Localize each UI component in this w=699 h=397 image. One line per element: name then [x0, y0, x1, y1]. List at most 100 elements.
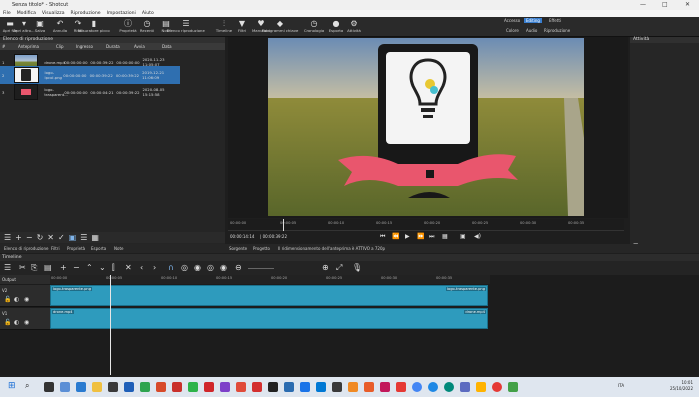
- remove-icon[interactable]: −: [26, 233, 33, 242]
- tab-project[interactable]: Progetto: [253, 246, 270, 251]
- check-icon[interactable]: ✓: [58, 233, 65, 242]
- excel-icon[interactable]: [140, 382, 150, 392]
- start-icon[interactable]: ⊞: [8, 381, 16, 391]
- list-view-icon[interactable]: ☰: [80, 233, 87, 242]
- clip-drone[interactable]: drone.mp4 drone.mp4: [50, 308, 488, 329]
- mute-icon[interactable]: ◐: [14, 296, 19, 303]
- workspace-player[interactable]: Riproduzione: [544, 28, 570, 33]
- record-audio-icon[interactable]: 🎙: [352, 263, 362, 272]
- menu-player[interactable]: Riproduzione: [71, 11, 101, 16]
- visibility-icon[interactable]: ◉: [24, 319, 29, 326]
- snap-icon[interactable]: ∩: [168, 263, 174, 272]
- app-icon[interactable]: [236, 382, 246, 392]
- clip-logo[interactable]: logo-trasparente.png logo-trasparente.pn…: [50, 285, 488, 306]
- tab-source[interactable]: Sorgente: [229, 246, 247, 251]
- app-icon[interactable]: [364, 382, 374, 392]
- shotcut-icon[interactable]: [332, 382, 342, 392]
- lift-icon[interactable]: ⌃: [86, 263, 93, 272]
- word-icon[interactable]: [124, 382, 134, 392]
- playlist-row[interactable]: 3 logo-trasparent... 00:00:00:00 00:00:0…: [0, 83, 180, 101]
- language-indicator[interactable]: ITA: [618, 383, 624, 388]
- viewer-playhead[interactable]: [283, 219, 284, 231]
- app-icon[interactable]: [444, 382, 454, 392]
- app-icon[interactable]: [268, 382, 278, 392]
- maximize-icon[interactable]: □: [662, 1, 668, 8]
- misuratore-picco-button[interactable]: ▮ Misuratore picco: [78, 17, 109, 33]
- playlist-row-selected[interactable]: 2 logo-lpcol.png 00:00:00:00 00:00:39:22…: [0, 66, 180, 84]
- scrub-icon[interactable]: ◎: [181, 263, 188, 272]
- tab-notes[interactable]: Note: [114, 246, 123, 251]
- menu-icon[interactable]: ☰: [4, 233, 11, 242]
- col-thumbnail[interactable]: Anteprima: [6, 43, 48, 50]
- store-icon[interactable]: [108, 382, 118, 392]
- menu-edit[interactable]: Modifica: [17, 11, 36, 16]
- acrobat-icon[interactable]: [172, 382, 182, 392]
- outlook-icon[interactable]: [316, 382, 326, 392]
- fast-forward-icon[interactable]: ⏩: [417, 233, 424, 240]
- viewer-ruler[interactable]: 00:00:00 00:00:05 00:00:10 00:00:15 00:0…: [228, 219, 624, 231]
- add-icon[interactable]: +: [15, 233, 22, 242]
- app-icon[interactable]: [492, 382, 502, 392]
- ripple-all-icon[interactable]: ◎: [207, 263, 214, 272]
- ripple-markers-icon[interactable]: ◉: [220, 263, 227, 272]
- task-view-icon[interactable]: [44, 382, 54, 392]
- lock-icon[interactable]: 🔓: [4, 319, 11, 326]
- copy-icon[interactable]: ⎘: [31, 263, 37, 273]
- col-date[interactable]: Data: [152, 43, 182, 50]
- tab-export[interactable]: Esporta: [91, 246, 106, 251]
- app-icon[interactable]: [460, 382, 470, 392]
- powerpoint-icon[interactable]: [156, 382, 166, 392]
- next-marker-icon[interactable]: ›: [153, 263, 156, 272]
- menu-file[interactable]: File: [3, 11, 11, 16]
- remove-icon[interactable]: −: [73, 263, 80, 272]
- timeline-playhead[interactable]: [110, 275, 111, 375]
- menu-help[interactable]: Aiuto: [142, 11, 154, 16]
- attività-button[interactable]: ⚙ Attività: [340, 17, 368, 33]
- menu-view[interactable]: Visualizza: [42, 11, 65, 16]
- zoom-slider[interactable]: [248, 268, 274, 269]
- track-header-v2[interactable]: V2 🔓 ◐ ◉: [0, 285, 50, 307]
- vlc-icon[interactable]: [348, 382, 358, 392]
- app-icon[interactable]: [476, 382, 486, 392]
- widgets-icon[interactable]: [60, 382, 70, 392]
- minimize-icon[interactable]: —: [640, 1, 646, 8]
- app-icon[interactable]: [204, 382, 214, 392]
- workspace-logging[interactable]: Accesso: [504, 18, 520, 23]
- clear-icon[interactable]: ✕: [47, 233, 54, 242]
- tab-properties[interactable]: Proprietà: [67, 246, 85, 251]
- play-icon[interactable]: ▶: [405, 233, 410, 240]
- col-clip[interactable]: Clip: [48, 43, 70, 50]
- col-in[interactable]: Ingresso: [70, 43, 98, 50]
- workspace-editing[interactable]: Editing: [524, 18, 542, 23]
- overwrite-icon[interactable]: ⌄: [99, 263, 106, 272]
- zoom-in-icon[interactable]: ⊕: [322, 263, 329, 272]
- app-icon[interactable]: [284, 382, 294, 392]
- tab-playlist[interactable]: Elenco di riproduzione: [4, 246, 49, 251]
- details-view-icon[interactable]: ▣: [69, 233, 77, 242]
- marker-icon[interactable]: ✕: [125, 263, 132, 272]
- clock[interactable]: 10:01 25/10/2022: [670, 380, 693, 392]
- grid-icon[interactable]: ▣: [460, 233, 466, 240]
- split-icon[interactable]: ⫿: [112, 263, 115, 273]
- workspace-color[interactable]: Colore: [506, 28, 519, 33]
- rewind-icon[interactable]: ⏪: [392, 233, 399, 240]
- menu-settings[interactable]: Impostazioni: [107, 11, 136, 16]
- previous-marker-icon[interactable]: ‹: [140, 263, 143, 272]
- timeline-menu-icon[interactable]: ☰: [4, 263, 11, 272]
- app-icon[interactable]: [508, 382, 518, 392]
- col-start[interactable]: Avvia: [126, 43, 152, 50]
- close-icon[interactable]: ✕: [685, 1, 690, 8]
- edge-icon[interactable]: [76, 382, 86, 392]
- chrome-icon[interactable]: [412, 382, 422, 392]
- workspace-audio[interactable]: Audio: [526, 28, 537, 33]
- grid-view-icon[interactable]: ▦: [91, 233, 99, 242]
- track-header-v1[interactable]: V1 🔓 ◐ ◉: [0, 308, 50, 330]
- append-icon[interactable]: +: [60, 263, 67, 272]
- paste-icon[interactable]: ▤: [44, 263, 52, 272]
- explorer-icon[interactable]: [92, 382, 102, 392]
- video-preview[interactable]: [268, 38, 584, 216]
- visibility-icon[interactable]: ◉: [24, 296, 29, 303]
- ripple-icon[interactable]: ◉: [194, 263, 201, 272]
- camtasia-icon[interactable]: [188, 382, 198, 392]
- app-icon[interactable]: [252, 382, 262, 392]
